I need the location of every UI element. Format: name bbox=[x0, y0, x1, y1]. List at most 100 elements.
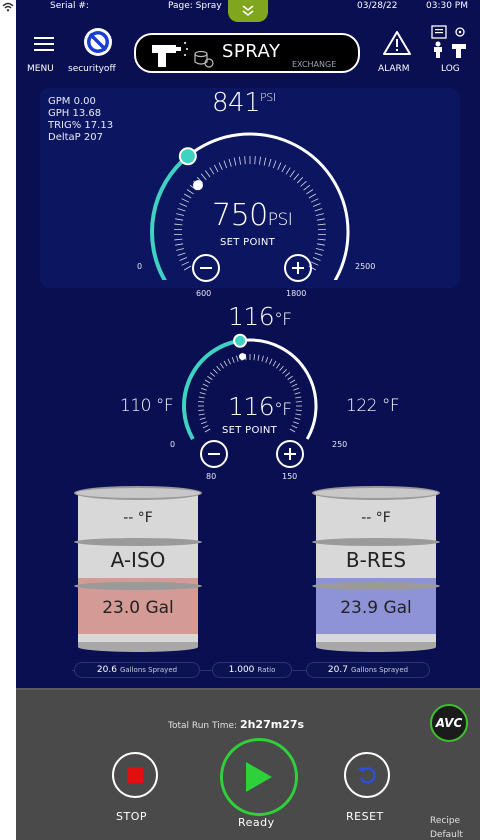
gauge-tick bbox=[174, 223, 183, 226]
date-text: 03/28/22 bbox=[357, 1, 398, 11]
gauge-tick bbox=[227, 358, 231, 365]
temperature-actual-unit: °F bbox=[274, 310, 292, 330]
gauge-tick bbox=[312, 257, 321, 261]
temperature-decrease-button[interactable] bbox=[200, 440, 228, 468]
stop-label: STOP bbox=[116, 810, 147, 823]
temperature-setpoint-label: SET POINT bbox=[222, 425, 278, 436]
gauge-tick bbox=[293, 421, 300, 425]
temperature-max-label: 250 bbox=[332, 440, 348, 449]
gauge-tick bbox=[289, 428, 296, 433]
gauge-tick bbox=[295, 409, 302, 411]
gauge-tick bbox=[204, 379, 211, 384]
pressure-setpoint-label: SET POINT bbox=[220, 237, 276, 248]
alarm-button[interactable] bbox=[382, 30, 412, 58]
pressure-increase-hint: 1800 bbox=[286, 289, 307, 298]
gauge-tick bbox=[310, 198, 319, 203]
avc-logo: AVC bbox=[430, 704, 468, 742]
menu-label: MENU bbox=[27, 64, 54, 74]
security-off-icon bbox=[84, 28, 112, 56]
gauge-setpoint-marker bbox=[238, 353, 246, 361]
gauge-tick bbox=[198, 401, 205, 403]
mode-selector[interactable]: SPRAY EXCHANGE bbox=[134, 33, 360, 73]
serial-label: Serial #: bbox=[50, 1, 89, 11]
gauge-tick bbox=[269, 358, 273, 365]
gauge-tick bbox=[291, 383, 298, 387]
log-label: LOG bbox=[441, 64, 460, 74]
gauge-tick bbox=[272, 360, 277, 367]
reset-button[interactable] bbox=[344, 752, 390, 798]
start-button[interactable] bbox=[220, 738, 298, 816]
temperature-min-label: 0 bbox=[170, 440, 176, 449]
gauge-tick bbox=[223, 360, 228, 367]
spray-screen: Serial #: Page: Spray 03/28/22 03:30 PM … bbox=[16, 0, 480, 840]
gauge-tick bbox=[261, 355, 264, 362]
pressure-actual-value: 841 bbox=[212, 88, 261, 118]
gauge-tick bbox=[209, 372, 216, 377]
tank-a-ring bbox=[74, 538, 202, 546]
gauge-tick bbox=[198, 396, 205, 399]
gauge-tick bbox=[202, 425, 209, 429]
gauge-tick bbox=[205, 170, 211, 178]
gauge-tick bbox=[218, 162, 223, 171]
recipe-selector[interactable]: Recipe Default bbox=[430, 814, 463, 840]
gauge-actual-knob bbox=[178, 147, 197, 166]
gauge-tick bbox=[204, 428, 211, 433]
temperature-decrease-hint: 80 bbox=[206, 472, 217, 481]
gauge-tick bbox=[186, 189, 194, 195]
gauge-tick bbox=[176, 248, 185, 251]
gauge-tick bbox=[199, 417, 206, 420]
gauge-tick bbox=[198, 409, 205, 411]
gauge-tick bbox=[315, 213, 324, 216]
alarm-label: ALARM bbox=[378, 64, 410, 74]
play-icon bbox=[246, 762, 272, 792]
chevron-double-down-icon bbox=[242, 5, 254, 17]
gauge-tick bbox=[209, 167, 215, 175]
gauge-tick bbox=[276, 363, 281, 369]
tank-b-name: B-RES bbox=[345, 548, 407, 572]
mode-subtitle: EXCHANGE bbox=[292, 60, 337, 69]
gauge-tick bbox=[181, 198, 190, 203]
temperature-increase-hint: 150 bbox=[282, 472, 298, 481]
tank-b-lid bbox=[312, 486, 440, 500]
tank-b-temperature: -- °F bbox=[361, 510, 391, 526]
gauge-tick bbox=[228, 158, 232, 167]
gph-readout: GPH 13.68 bbox=[48, 108, 102, 119]
gauge-tick bbox=[295, 401, 302, 403]
gauge-tick bbox=[198, 413, 205, 416]
gauge-tick bbox=[212, 368, 218, 374]
gauge-tick bbox=[179, 257, 188, 261]
menu-button[interactable] bbox=[32, 34, 56, 56]
gauge-tick bbox=[287, 375, 293, 380]
pressure-increase-button[interactable] bbox=[284, 254, 312, 282]
gauge-tick bbox=[207, 375, 213, 380]
gauge-tick bbox=[175, 243, 184, 246]
tank-a-gallons: 23.0 Gal bbox=[102, 598, 174, 618]
pull-down-tab[interactable] bbox=[228, 0, 268, 22]
gauge-tick bbox=[294, 392, 301, 395]
gauge-tick bbox=[294, 417, 301, 420]
tank-a[interactable]: -- °F A-ISO 23.0 Gal bbox=[74, 486, 202, 652]
temperature-actual-value: 116 bbox=[228, 302, 275, 331]
temperature-increase-button[interactable] bbox=[276, 440, 304, 468]
temperature-actual: 116°F bbox=[228, 302, 292, 331]
security-button[interactable] bbox=[82, 26, 114, 58]
gauge-tick bbox=[257, 354, 260, 361]
gauge-tick bbox=[254, 156, 256, 165]
temperature-setpoint-value: 116 bbox=[228, 392, 275, 421]
log-button[interactable] bbox=[430, 24, 474, 64]
pressure-setpoint-value: 750 bbox=[212, 198, 268, 233]
temperature-setpoint-unit: °F bbox=[274, 400, 292, 420]
stop-button[interactable] bbox=[112, 752, 158, 798]
gauge-tick bbox=[284, 372, 291, 377]
gauge-tick bbox=[279, 365, 284, 372]
tank-b[interactable]: -- °F B-RES 23.9 Gal bbox=[312, 486, 440, 652]
gauge-tick bbox=[316, 243, 325, 246]
pressure-actual-unit: PSI bbox=[260, 91, 276, 104]
gauge-tick bbox=[213, 164, 219, 173]
spray-gun-icon bbox=[152, 42, 188, 67]
stop-icon bbox=[127, 767, 143, 783]
temperature-setpoint: 116°F bbox=[228, 392, 292, 421]
pressure-decrease-button[interactable] bbox=[192, 254, 220, 282]
tank-a-ring bbox=[74, 582, 202, 590]
gauge-tick bbox=[253, 354, 255, 361]
